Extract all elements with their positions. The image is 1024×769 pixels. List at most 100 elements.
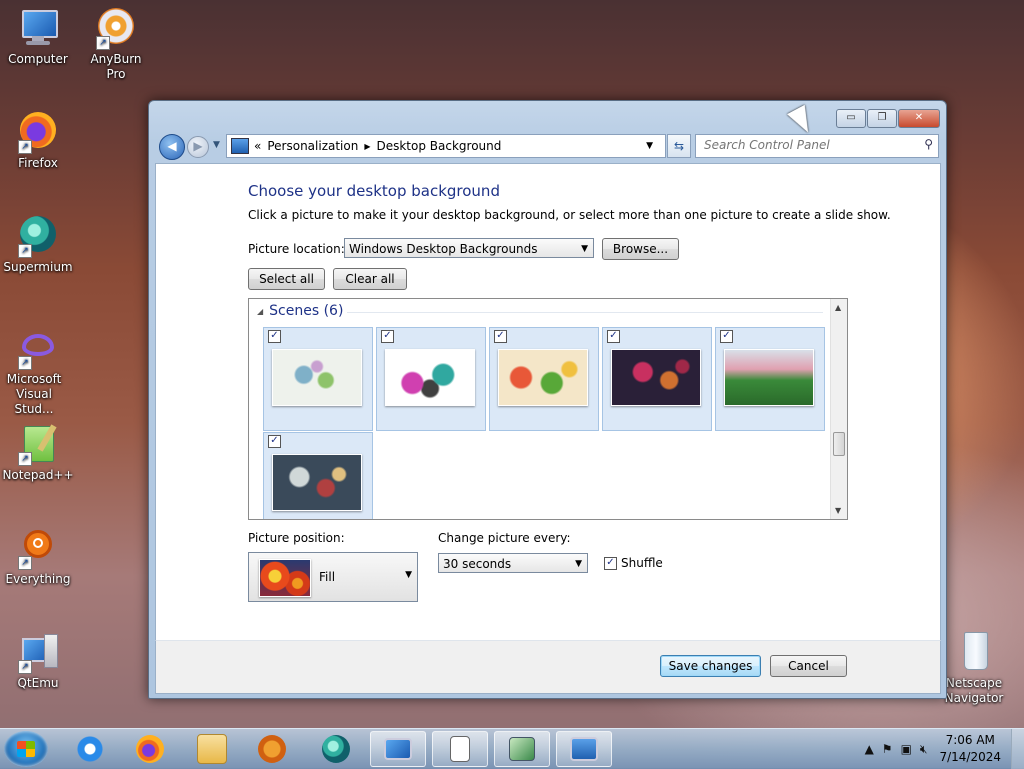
thumbnail-checkbox[interactable]: ✓ <box>720 330 733 343</box>
picture-position-select[interactable]: Fill ▼ <box>248 552 418 602</box>
group-divider <box>347 312 823 313</box>
collapse-icon[interactable]: ◢ <box>257 307 263 316</box>
wallpaper-preview <box>272 349 362 406</box>
thumbnail-checkbox[interactable]: ✓ <box>381 330 394 343</box>
network-icon[interactable]: ▣ <box>901 742 912 756</box>
wallpaper-preview <box>272 454 362 511</box>
shuffle-checkbox[interactable]: ✓ <box>604 556 617 570</box>
action-center-flag-icon[interactable]: ⚑ <box>882 742 893 756</box>
maximize-button[interactable]: ❐ <box>867 109 897 128</box>
app-icon <box>509 737 535 761</box>
wallpaper-thumbnail[interactable]: ✓ <box>263 327 373 431</box>
start-button[interactable] <box>4 731 48 767</box>
clock[interactable]: 7:06 AM 7/14/2024 <box>939 732 1001 766</box>
change-every-label: Change picture every: <box>438 531 571 545</box>
search-input[interactable] <box>696 135 909 155</box>
desktop-icon-everything[interactable]: ↗ Everything <box>2 528 74 587</box>
wallpaper-thumbnail[interactable]: ✓ <box>376 327 486 431</box>
volume-muted-icon[interactable]: 🔇︎ <box>920 742 928 757</box>
desktop-icon-notepadpp[interactable]: ↗ Notepad++ <box>2 424 74 483</box>
breadcrumb-desktop-background[interactable]: Desktop Background <box>376 139 501 153</box>
taskbar-control-panel[interactable] <box>556 731 612 767</box>
computer-icon <box>18 8 58 48</box>
taskbar-supermium[interactable] <box>308 731 364 767</box>
control-panel-icon <box>231 138 249 154</box>
address-bar[interactable]: « Personalization ▶ Desktop Background ▼ <box>226 134 666 158</box>
forward-button[interactable]: ▶ <box>187 136 209 158</box>
desktop-icon-visual-studio[interactable]: ↗ Microsoft Visual Stud... <box>2 328 74 417</box>
picture-location-select[interactable]: Windows Desktop Backgrounds ▼ <box>344 238 594 258</box>
thumbnail-checkbox[interactable]: ✓ <box>494 330 507 343</box>
breadcrumb-personalization[interactable]: Personalization <box>267 139 358 153</box>
change-every-select[interactable]: 30 seconds ▼ <box>438 553 588 573</box>
desktop-icon-anyburn[interactable]: ↗ AnyBurn Pro <box>80 8 152 82</box>
thumbnail-checkbox[interactable]: ✓ <box>607 330 620 343</box>
group-label: Scenes (6) <box>269 303 344 319</box>
thumbnail-checkbox[interactable]: ✓ <box>268 435 281 448</box>
wallpaper-preview <box>385 349 475 406</box>
desktop-icon-label: Firefox <box>18 156 58 170</box>
gallery-scrollbar[interactable]: ▲ ▼ <box>830 299 847 519</box>
firefox-icon <box>136 735 164 763</box>
close-button[interactable]: ✕ <box>898 109 940 128</box>
search-box[interactable]: ⚲ <box>695 134 939 158</box>
breadcrumb-separator[interactable]: ▶ <box>364 142 370 151</box>
show-hidden-icons-icon[interactable]: ▲ <box>865 742 874 756</box>
clear-all-button[interactable]: Clear all <box>333 268 407 290</box>
folder-icon <box>197 734 227 764</box>
desktop-icon-netscape[interactable]: Netscape Navigator <box>938 632 1010 706</box>
taskbar-qtemu[interactable] <box>370 731 426 767</box>
select-all-button[interactable]: Select all <box>248 268 325 290</box>
scroll-up-icon[interactable]: ▲ <box>835 303 841 312</box>
notepad-plus-plus-icon: ↗ <box>18 424 58 466</box>
minimize-button[interactable]: ▭ <box>836 109 866 128</box>
group-header[interactable]: ◢ Scenes (6) <box>257 303 343 319</box>
recent-pages-dropdown[interactable]: ▼ <box>213 140 220 150</box>
show-desktop-button[interactable] <box>1011 729 1024 769</box>
wallpaper-thumbnail[interactable]: ✓ <box>602 327 712 431</box>
window-controls: ▭ ❐ ✕ <box>835 109 940 128</box>
windows-logo-icon <box>17 741 35 757</box>
disc-icon: ↗ <box>96 8 136 50</box>
address-dropdown-icon[interactable]: ▼ <box>646 141 653 151</box>
system-tray: ▲ ⚑ ▣ 🔇︎ 7:06 AM 7/14/2024 <box>861 729 1024 769</box>
wallpaper-thumbnail[interactable]: ✓ <box>489 327 599 431</box>
shortcut-arrow-icon: ↗ <box>18 356 32 370</box>
taskbar-media-player[interactable] <box>244 731 300 767</box>
desktop-icon-label: Supermium <box>3 260 73 274</box>
desktop-icon-supermium[interactable]: ↗ Supermium <box>2 216 74 275</box>
page-title: Choose your desktop background <box>248 182 500 200</box>
taskbar-notepad[interactable] <box>432 731 488 767</box>
taskbar-ie[interactable] <box>62 731 118 767</box>
cancel-button[interactable]: Cancel <box>770 655 847 677</box>
browse-button[interactable]: Browse... <box>602 238 679 260</box>
breadcrumb-overflow[interactable]: « <box>254 139 261 153</box>
save-changes-button[interactable]: Save changes <box>660 655 761 677</box>
desktop-icon-label: Netscape Navigator <box>944 676 1004 705</box>
desktop-icon-qtemu[interactable]: ↗ QtEmu <box>2 632 74 691</box>
taskbar-firefox[interactable] <box>122 731 178 767</box>
internet-explorer-icon <box>76 735 104 763</box>
search-icon[interactable]: ⚲ <box>924 137 933 151</box>
back-button[interactable]: ◀ <box>159 134 185 160</box>
desktop-icon-label: AnyBurn Pro <box>90 52 142 81</box>
wallpaper-thumbnail[interactable]: ✓ <box>715 327 825 431</box>
wallpaper-thumbnail[interactable]: ✓ <box>263 432 373 519</box>
change-every-value: 30 seconds <box>443 557 512 571</box>
desktop-icon-computer[interactable]: Computer <box>2 8 74 67</box>
scroll-down-icon[interactable]: ▼ <box>835 506 841 515</box>
refresh-button[interactable]: ⇆ <box>667 134 691 158</box>
desktop-icon-label: Everything <box>5 572 71 586</box>
taskbar-explorer[interactable] <box>184 731 240 767</box>
shuffle-option[interactable]: ✓ Shuffle <box>604 556 663 570</box>
shortcut-arrow-icon: ↗ <box>18 452 32 466</box>
desktop-icon-firefox[interactable]: ↗ Firefox <box>2 112 74 171</box>
monitor-icon <box>384 738 412 760</box>
picture-position-label: Picture position: <box>248 531 345 545</box>
taskbar-app[interactable] <box>494 731 550 767</box>
shortcut-arrow-icon: ↗ <box>18 660 32 674</box>
wallpaper-preview <box>611 349 701 406</box>
dialog-footer: Save changes Cancel <box>155 640 941 694</box>
scrollbar-thumb[interactable] <box>833 432 845 456</box>
thumbnail-checkbox[interactable]: ✓ <box>268 330 281 343</box>
